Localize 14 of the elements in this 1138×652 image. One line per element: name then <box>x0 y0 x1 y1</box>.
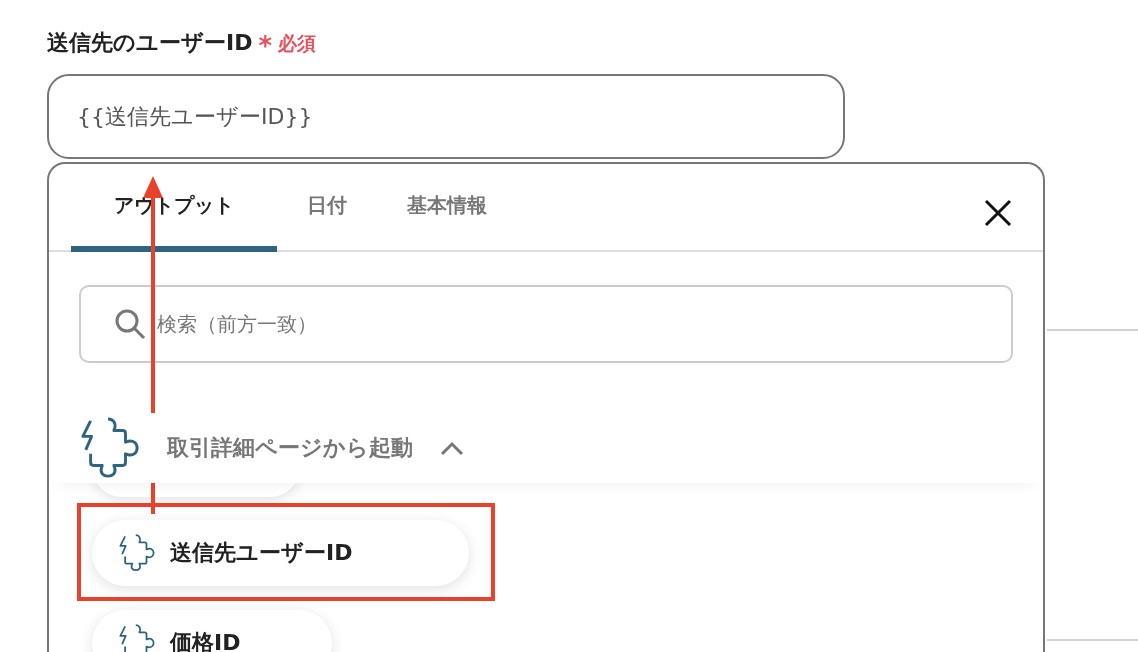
tab[interactable]: 日付 <box>277 164 377 252</box>
required-label: 必須 <box>278 31 317 56</box>
field-label: 送信先のユーザーID <box>47 29 253 57</box>
puzzle-icon <box>118 534 156 572</box>
puzzle-icon <box>118 624 156 652</box>
chevron-icon <box>439 439 465 457</box>
output-item[interactable]: 送信先ユーザーID <box>92 520 469 586</box>
required-asterisk: * <box>258 31 273 61</box>
search-field[interactable]: 検索（前方一致） <box>79 285 1013 363</box>
collapse-button[interactable] <box>439 439 465 457</box>
group-title: 取引詳細ページから起動 <box>167 434 413 462</box>
puzzle-icon <box>79 417 141 479</box>
user-id-input[interactable]: {{送信先ユーザーID}} <box>47 74 845 159</box>
tab[interactable]: 基本情報 <box>377 164 517 252</box>
